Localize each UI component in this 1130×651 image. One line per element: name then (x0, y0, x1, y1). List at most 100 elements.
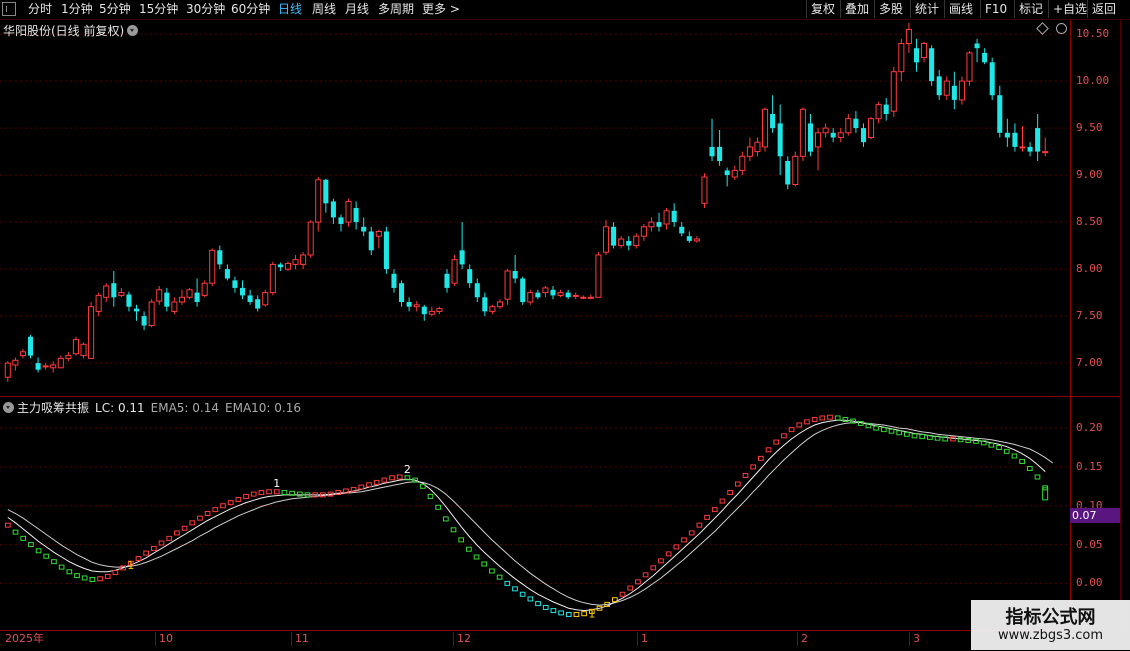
restore-rights-button[interactable]: 复权 (806, 0, 839, 18)
period-tab-weekly[interactable]: 周线 (312, 1, 336, 18)
f10-button[interactable]: F10 (980, 0, 1011, 18)
multi-stock-button[interactable]: 多股 (874, 0, 907, 18)
lc-mark (619, 591, 626, 597)
lc-mark (381, 477, 388, 483)
dropdown-icon[interactable] (127, 25, 139, 36)
lc-mark (458, 537, 465, 543)
period-tab-intraday[interactable]: 分时 (28, 1, 52, 18)
collapse-icon[interactable] (1056, 23, 1067, 34)
candle-body (837, 132, 844, 139)
candle-body (618, 238, 625, 247)
lc-mark (12, 529, 19, 535)
candle-body (557, 292, 564, 296)
menu-icon[interactable] (2, 2, 16, 16)
lc-mark (212, 507, 219, 513)
ema10-line (7, 422, 1054, 606)
overlay-button[interactable]: 叠加 (840, 0, 873, 18)
period-tab-5min[interactable]: 5分钟 (99, 1, 131, 18)
lc-mark (20, 535, 27, 541)
lc-mark (296, 491, 303, 497)
candle-body (663, 210, 670, 225)
candle-body (315, 179, 322, 223)
period-tab-daily[interactable]: 日线 (278, 1, 302, 18)
lc-mark (58, 564, 65, 570)
lc-mark (51, 559, 57, 565)
candle-body (27, 336, 34, 356)
candle-body (853, 118, 859, 129)
lc-mark (442, 516, 449, 522)
period-tab-15min[interactable]: 15分钟 (139, 1, 178, 18)
candle-body (648, 221, 655, 228)
candle-body (724, 170, 730, 176)
lc-mark (512, 586, 518, 592)
candle-body (451, 259, 458, 284)
signal-mark-label: 1 (588, 607, 595, 620)
candle-body (686, 236, 692, 241)
price-tick-label: 9.00 (1076, 168, 1103, 182)
candle-body (1027, 146, 1033, 152)
candlestick-chart[interactable] (0, 20, 1070, 396)
candle-body (262, 292, 269, 306)
period-tab-more[interactable]: 更多 > (422, 1, 460, 18)
candle-body (57, 357, 64, 369)
candle-body (761, 108, 769, 148)
candle-body (656, 222, 662, 227)
candle-body (399, 283, 405, 302)
statistics-button[interactable]: 统计 (910, 0, 943, 18)
add-watchlist-button[interactable]: +自选 (1048, 0, 1091, 18)
candle-body (186, 289, 193, 298)
candle-body (535, 292, 541, 298)
period-tab-30min[interactable]: 30分钟 (186, 1, 225, 18)
lc-mark (665, 551, 672, 557)
lc-mark (181, 525, 188, 531)
draw-line-button[interactable]: 画线 (944, 0, 977, 18)
lc-mark (581, 611, 587, 617)
lc-mark (804, 419, 810, 425)
side-panel-strip[interactable] (1120, 20, 1130, 630)
period-tab-monthly[interactable]: 月线 (345, 1, 369, 18)
date-axis: 2025年 10 11 12 1 2 3 (0, 630, 1070, 651)
candle-body (693, 238, 700, 242)
mark-button[interactable]: 标记 (1014, 0, 1047, 18)
indicator-chart[interactable]: 1 2 1 1 (0, 397, 1070, 630)
indicator-dropdown-icon[interactable] (3, 402, 14, 413)
candle-body (148, 301, 155, 326)
price-tick-label: 8.50 (1076, 215, 1103, 229)
candle-body (883, 104, 889, 114)
indicator-lc: LC: 0.11 (95, 401, 145, 415)
lc-mark (911, 433, 918, 439)
candle-body (792, 155, 799, 186)
period-tab-60min[interactable]: 60分钟 (231, 1, 270, 18)
lc-mark (519, 591, 526, 597)
lc-mark (781, 433, 787, 439)
candle-body (323, 179, 329, 204)
period-tab-1min[interactable]: 1分钟 (61, 1, 93, 18)
candle-body (232, 280, 238, 288)
candle-body (489, 306, 496, 312)
lc-mark (489, 568, 495, 574)
stock-title[interactable]: 华阳股份(日线 前复权) (3, 22, 139, 39)
lc-mark (243, 493, 249, 499)
lc-mark (5, 522, 11, 528)
candle-body (80, 343, 87, 357)
current-value-badge: 0.07 (1070, 508, 1120, 523)
indicator-tick-label: 0.05 (1076, 537, 1103, 551)
lc-mark (112, 570, 119, 576)
candle-body (989, 62, 995, 96)
lc-mark (627, 585, 634, 591)
candle-body (391, 273, 397, 288)
lc-mark (227, 500, 234, 506)
candle-body (679, 226, 685, 234)
candle-body (247, 295, 253, 302)
candle-body (95, 294, 102, 312)
date-label: 2025年 (5, 632, 44, 645)
candle-body (830, 132, 836, 138)
candle-body (133, 308, 140, 312)
candle-body (474, 283, 480, 298)
indicator-ema10: EMA10: 0.16 (225, 401, 302, 415)
indicator-title[interactable]: 主力吸筹共振 LC: 0.11 EMA5: 0.14 EMA10: 0.16 (3, 399, 307, 416)
back-button[interactable]: 返回 (1087, 0, 1120, 18)
candle-body (966, 52, 973, 82)
period-tab-multi[interactable]: 多周期 (378, 1, 414, 18)
lc-mark (827, 414, 833, 420)
